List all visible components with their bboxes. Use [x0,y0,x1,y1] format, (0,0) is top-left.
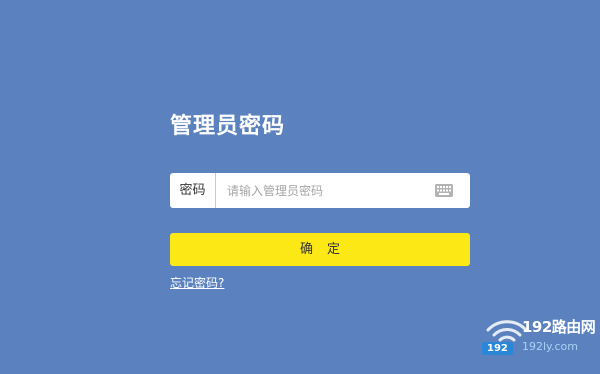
forgot-password-link[interactable]: 忘记密码? [170,274,224,291]
keyboard-icon[interactable] [435,184,453,197]
password-label: 密码 [170,173,216,208]
watermark-url: 192ly.com [522,340,578,353]
password-input[interactable] [217,173,429,208]
confirm-button[interactable]: 确定 [170,233,470,266]
password-field: 密码 [170,173,470,208]
page-title: 管理员密码 [170,114,286,139]
watermark-site-name: 192路由网 [522,318,596,336]
watermark: 192路由网 192 192ly.com [482,312,600,364]
watermark-badge: 192 [482,342,513,355]
